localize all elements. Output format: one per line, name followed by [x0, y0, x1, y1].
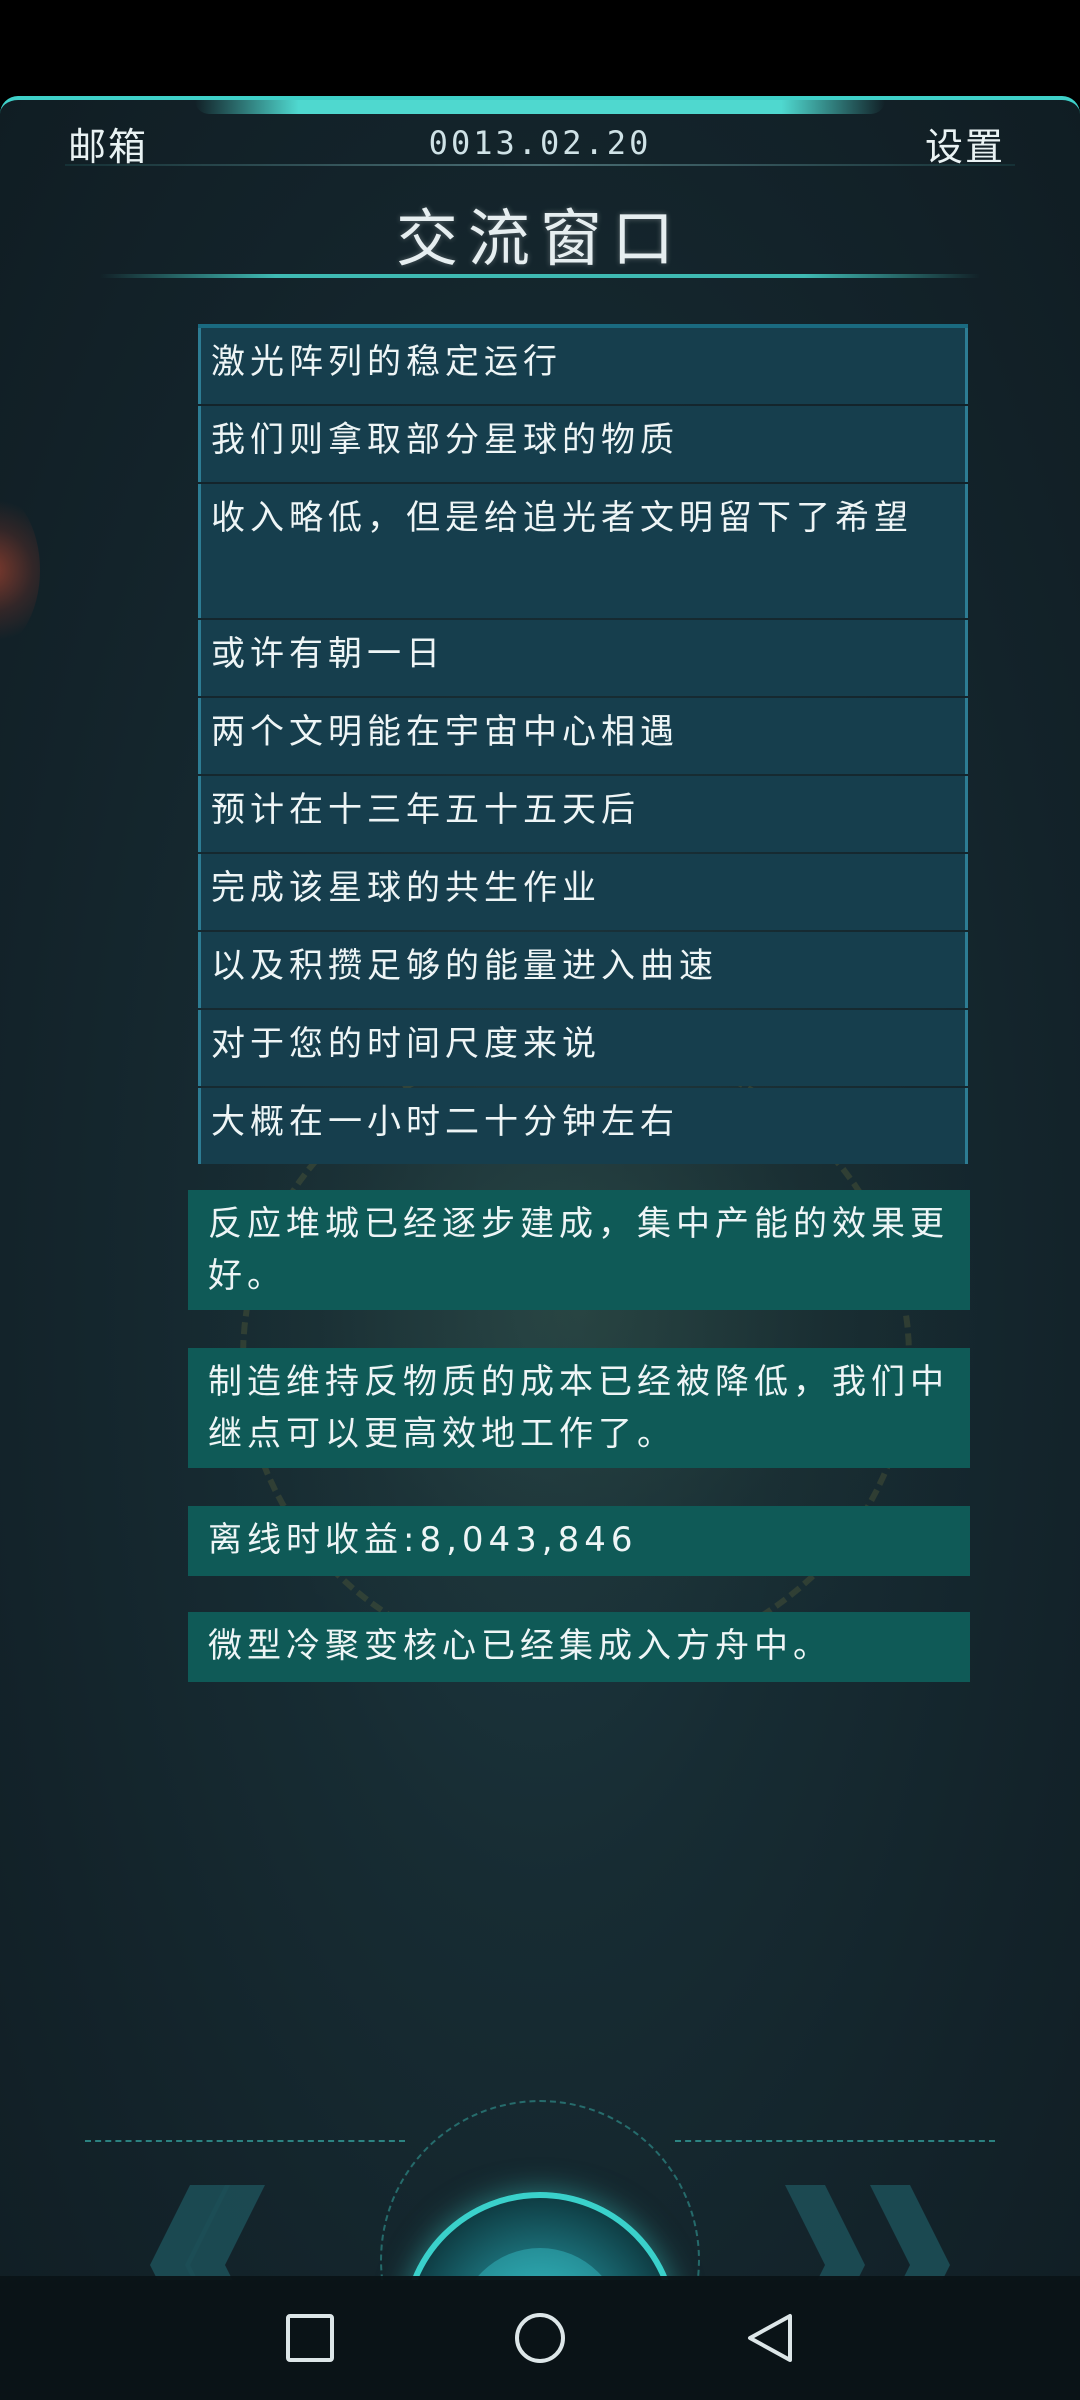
- top-accent: [195, 100, 885, 114]
- game-date: 0013.02.20: [428, 124, 652, 162]
- event-notification: 反应堆城已经逐步建成，集中产能的效果更好。: [188, 1190, 970, 1310]
- app-frame: 邮箱 0013.02.20 设置 交流窗口 激光阵列的稳定运行 我们则拿取部分星…: [0, 96, 1080, 2280]
- circle-icon[interactable]: [512, 2310, 568, 2366]
- offline-earnings-notification: 离线时收益:8,043,846: [188, 1506, 970, 1576]
- page-title: 交流窗口: [395, 202, 684, 275]
- double-chevron-right-icon[interactable]: [780, 2180, 960, 2280]
- message-item: 两个文明能在宇宙中心相遇: [198, 698, 968, 774]
- message-item: 预计在十三年五十五天后: [198, 776, 968, 852]
- square-icon[interactable]: [282, 2310, 338, 2366]
- double-chevron-left-icon[interactable]: [100, 2180, 280, 2280]
- title-divider: [100, 274, 980, 278]
- event-notification: 微型冷聚变核心已经集成入方舟中。: [188, 1612, 970, 1682]
- message-item: 对于您的时间尺度来说: [198, 1010, 968, 1086]
- triangle-back-icon[interactable]: [742, 2310, 798, 2366]
- message-item: 或许有朝一日: [198, 620, 968, 696]
- message-item: 完成该星球的共生作业: [198, 854, 968, 930]
- red-glow-decoration: [0, 490, 40, 650]
- settings-button[interactable]: 设置: [925, 116, 1005, 171]
- message-item: 以及积攒足够的能量进入曲速: [198, 932, 968, 1008]
- message-item: 激光阵列的稳定运行: [198, 328, 968, 404]
- message-item: 我们则拿取部分星球的物质: [198, 406, 968, 482]
- message-item: 大概在一小时二十分钟左右: [198, 1088, 968, 1164]
- header-divider: [65, 164, 1015, 166]
- status-bar: [0, 0, 1080, 96]
- event-notification: 制造维持反物质的成本已经被降低，我们中继点可以更高效地工作了。: [188, 1348, 970, 1468]
- left-dashed-line: [85, 2140, 405, 2142]
- message-item: 收入略低，但是给追光者文明留下了希望: [198, 484, 968, 618]
- right-dashed-line: [675, 2140, 995, 2142]
